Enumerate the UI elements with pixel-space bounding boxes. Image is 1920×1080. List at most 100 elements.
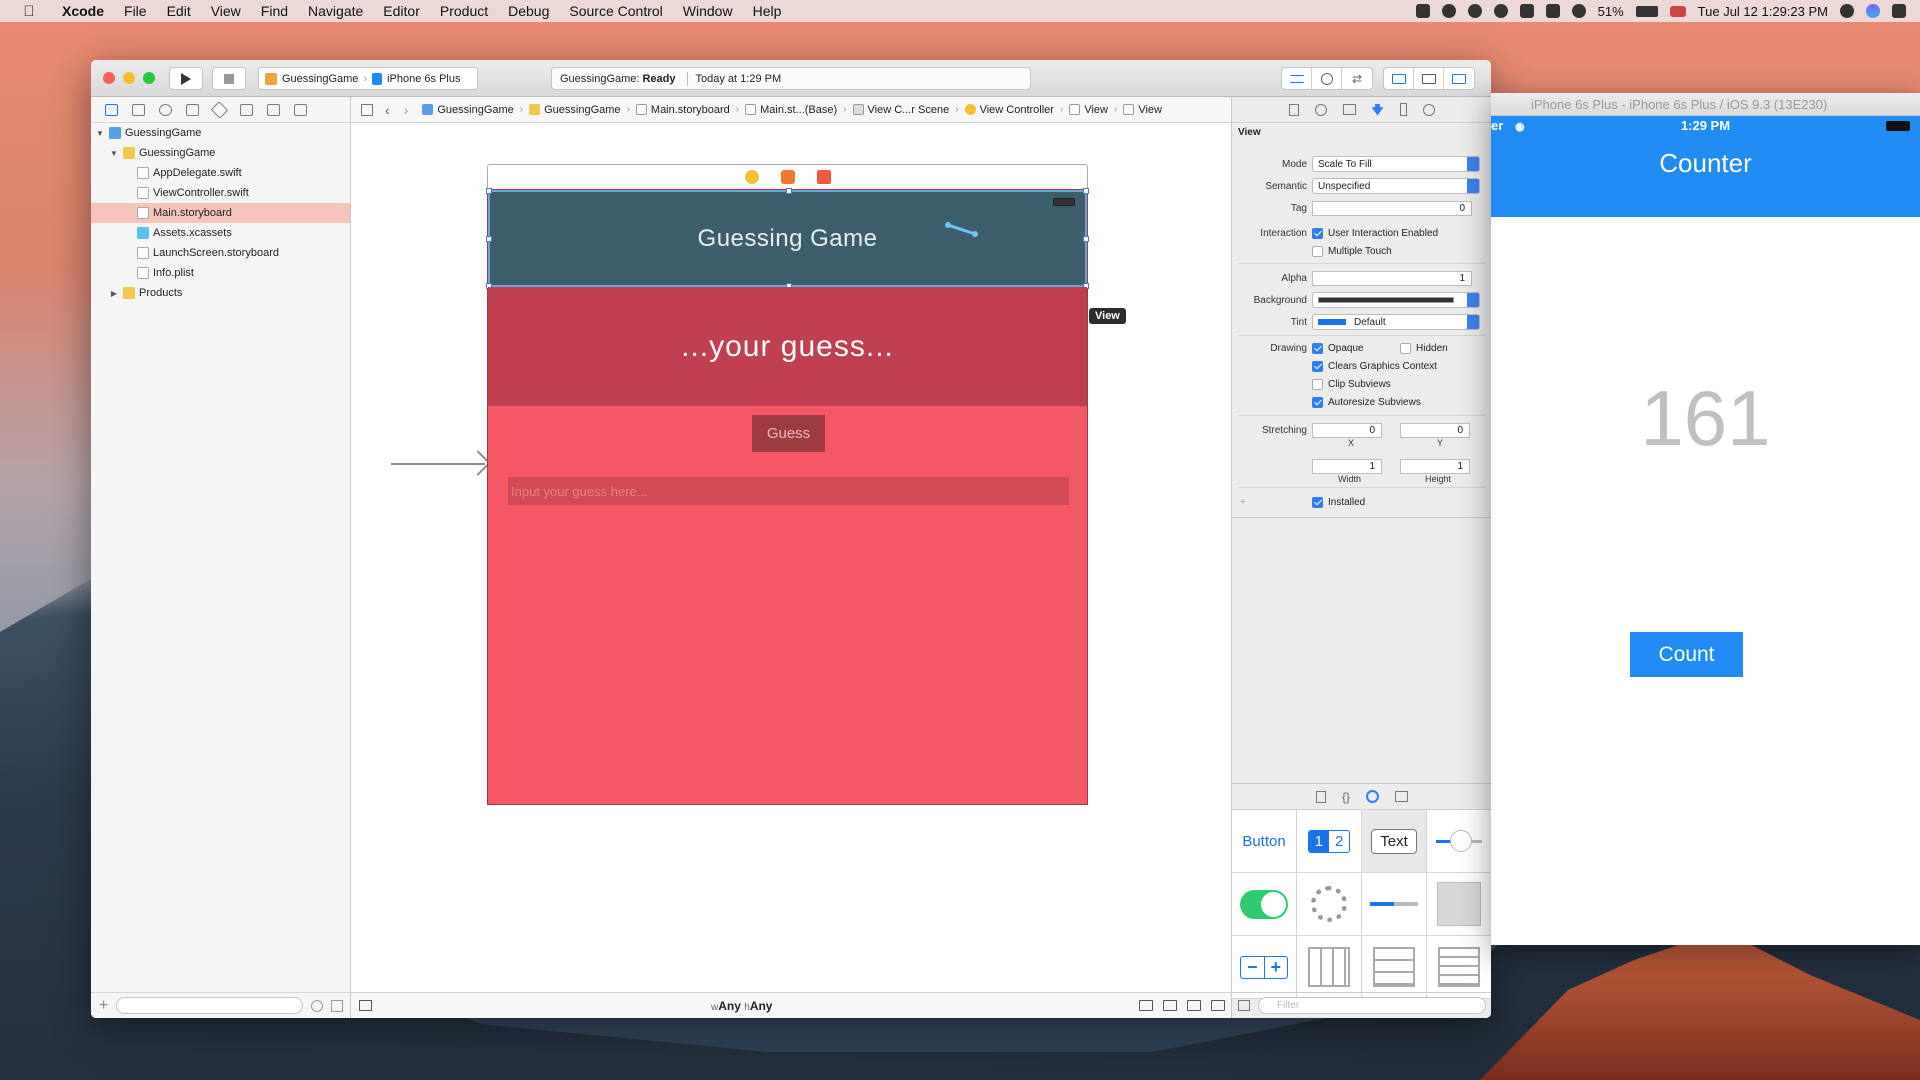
library-page-control[interactable] (1427, 873, 1491, 936)
first-responder-icon[interactable] (780, 170, 795, 184)
bluetooth-icon[interactable] (1519, 4, 1534, 18)
forward-icon[interactable]: › (404, 102, 409, 118)
opaque-checkbox[interactable]: Opaque (1312, 342, 1400, 354)
stretch-x-field[interactable]: 0 (1312, 422, 1382, 438)
flag-icon[interactable] (1669, 5, 1686, 17)
battery-percent[interactable]: 51% (1598, 4, 1624, 19)
spotlight-icon[interactable] (1840, 4, 1854, 18)
close-button[interactable] (103, 72, 115, 84)
stretch-y-field[interactable]: 0 (1400, 422, 1470, 438)
wifi-icon[interactable] (1571, 4, 1586, 18)
menu-debug[interactable]: Debug (498, 3, 559, 19)
view-controller-scene[interactable]: Guessing Game ...your guess... Guess Inp… (486, 188, 1089, 805)
code-snippet-icon[interactable]: {} (1342, 790, 1350, 804)
menu-view[interactable]: View (201, 3, 251, 19)
tag-field[interactable]: 0 (1312, 200, 1472, 216)
tree-row-appdelegate[interactable]: AppDelegate.swift (91, 163, 350, 183)
tree-row-assets[interactable]: Assets.xcassets (91, 223, 350, 243)
header-title-label[interactable]: Guessing Game (698, 225, 878, 253)
installed-checkbox[interactable]: Installed (1312, 496, 1365, 508)
crumb-file[interactable]: Main.storyboard (635, 104, 730, 116)
menu-find[interactable]: Find (251, 3, 298, 19)
recent-files-icon[interactable] (311, 999, 323, 1012)
grid-view-icon[interactable] (1238, 1000, 1250, 1011)
mode-popup[interactable]: Scale To Fill (1312, 156, 1480, 172)
menu-source-control[interactable]: Source Control (559, 3, 672, 19)
exit-icon[interactable] (816, 170, 831, 184)
assistant-editor-icon[interactable] (1312, 68, 1342, 89)
crumb-view[interactable]: View (1069, 104, 1108, 116)
guess-text-field[interactable]: Input your guess here... (508, 477, 1069, 505)
clears-context-checkbox[interactable]: Clears Graphics Context (1312, 360, 1437, 372)
apple-icon[interactable]:  (20, 3, 38, 20)
disclosure-open-icon[interactable]: ▼ (109, 149, 119, 158)
view-controller-icon[interactable] (744, 170, 759, 184)
library-collection-view[interactable] (1427, 936, 1491, 999)
library-filter-input[interactable]: Filter (1258, 997, 1486, 1014)
disclosure-open-icon[interactable]: ▼ (95, 129, 105, 138)
library-button[interactable]: Button (1232, 810, 1297, 873)
menu-edit[interactable]: Edit (157, 3, 201, 19)
disclosure-closed-icon[interactable]: ▶ (109, 289, 119, 298)
align-icon[interactable] (1187, 1000, 1201, 1011)
add-variation-icon[interactable]: + (1232, 497, 1312, 508)
multiple-touch-checkbox[interactable]: Multiple Touch (1312, 245, 1392, 257)
version-editor-icon[interactable]: ⇄ (1342, 68, 1372, 89)
count-button[interactable]: Count (1630, 632, 1743, 677)
clock[interactable]: Tue Jul 12 1:29:23 PM (1698, 4, 1828, 19)
crumb-scene[interactable]: View C...r Scene (852, 104, 949, 116)
crumb-project[interactable]: GuessingGame (422, 104, 514, 116)
menu-product[interactable]: Product (430, 3, 498, 19)
scm-filter-icon[interactable] (331, 999, 343, 1012)
minimize-button[interactable] (123, 72, 135, 84)
tree-row-products[interactable]: ▶ Products (91, 283, 350, 303)
report-icon[interactable] (294, 103, 307, 116)
user-interaction-checkbox[interactable]: User Interaction Enabled (1312, 227, 1438, 239)
utilities-toggle-icon[interactable] (1444, 68, 1474, 89)
crumb-subview[interactable]: View (1123, 104, 1162, 116)
resize-handle[interactable] (486, 236, 492, 242)
menu-file[interactable]: File (114, 3, 157, 19)
library-switch[interactable] (1232, 873, 1297, 936)
library-progress-view[interactable] (1362, 873, 1427, 936)
navigator-filter-input[interactable] (116, 997, 303, 1014)
connections-inspector-icon[interactable] (1422, 103, 1435, 116)
siri-icon[interactable] (1866, 4, 1880, 18)
tree-row-project[interactable]: ▼ GuessingGame (91, 123, 350, 143)
initial-view-controller-arrow[interactable] (391, 463, 485, 465)
library-text-field[interactable]: Text (1362, 810, 1427, 873)
resize-handle[interactable] (486, 188, 492, 194)
stop-button[interactable] (212, 67, 246, 90)
storyboard-canvas[interactable]: Guessing Game ...your guess... Guess Inp… (351, 123, 1231, 992)
tree-row-infoplist[interactable]: Info.plist (91, 263, 350, 283)
background-color-popup[interactable] (1312, 292, 1480, 308)
tree-row-main-storyboard[interactable]: Main.storyboard (91, 203, 350, 223)
standard-editor-icon[interactable] (1282, 68, 1312, 89)
document-outline-toggle-icon[interactable] (359, 1000, 372, 1011)
resize-handle[interactable] (786, 188, 792, 194)
media-library-icon[interactable] (1395, 791, 1408, 802)
library-stepper[interactable]: − + (1232, 936, 1297, 999)
menu-editor[interactable]: Editor (373, 3, 430, 19)
update-frames-icon[interactable] (1139, 1000, 1153, 1011)
library-table-view-cell[interactable] (1362, 936, 1427, 999)
search-icon[interactable] (159, 103, 172, 116)
file-inspector-icon[interactable] (1288, 103, 1299, 116)
menu-navigate[interactable]: Navigate (298, 3, 373, 19)
library-slider[interactable] (1427, 810, 1491, 873)
quick-help-icon[interactable] (1314, 103, 1327, 116)
battery-icon[interactable] (1635, 5, 1658, 17)
crumb-localization[interactable]: Main.st...(Base) (745, 104, 837, 116)
size-inspector-icon[interactable] (1399, 103, 1407, 116)
resize-handle[interactable] (1083, 236, 1089, 242)
identity-inspector-icon[interactable] (1342, 104, 1356, 115)
library-activity-indicator[interactable] (1297, 873, 1362, 936)
debug-navigator-icon[interactable] (240, 103, 253, 116)
tint-popup[interactable]: Default (1312, 314, 1480, 330)
object-library-icon[interactable] (1366, 790, 1379, 803)
creative-cloud-icon[interactable] (1441, 4, 1456, 18)
tree-row-viewcontroller[interactable]: ViewController.swift (91, 183, 350, 203)
symbol-navigator-icon[interactable] (132, 103, 145, 116)
menu-window[interactable]: Window (673, 3, 743, 19)
resize-handle[interactable] (1083, 188, 1089, 194)
